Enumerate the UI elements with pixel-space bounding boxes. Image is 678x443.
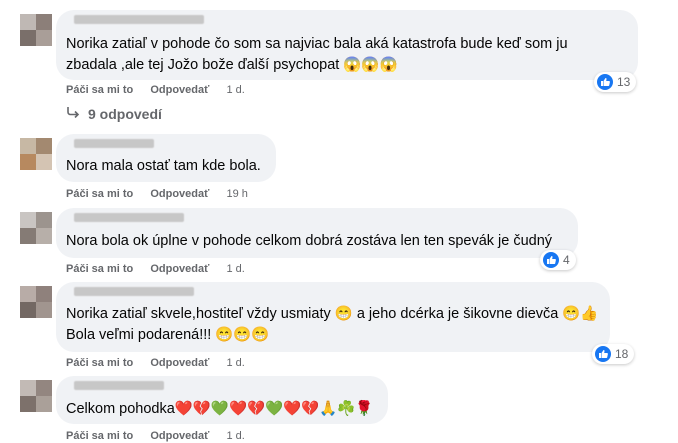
reaction-count: 4 — [563, 253, 570, 267]
comment-bubble: Nora mala ostať tam kde bola. — [56, 134, 276, 182]
timestamp[interactable]: 1 d. — [226, 430, 244, 442]
comment-actions: Páči sa mi to Odpovedať 1 d. — [66, 84, 259, 96]
reply-button[interactable]: Odpovedať — [150, 357, 209, 369]
comment-text: Nora mala ostať tam kde bola. — [66, 158, 261, 174]
reaction-summary[interactable]: 13 — [594, 72, 637, 92]
comment-actions: Páči sa mi to Odpovedať 1 d. — [66, 357, 259, 369]
reaction-summary[interactable]: 4 — [540, 250, 576, 270]
comment-bubble: Norika zatiaľ skvele,hostiteľ vždy usmia… — [56, 282, 610, 352]
comment-text: Nora bola ok úplne v pohode celkom dobrá… — [66, 233, 553, 249]
timestamp[interactable]: 1 d. — [226, 263, 244, 275]
view-replies-link[interactable]: 9 odpovedí — [66, 105, 162, 122]
reaction-count: 13 — [617, 75, 631, 89]
like-button[interactable]: Páči sa mi to — [66, 263, 133, 275]
comment-actions: Páči sa mi to Odpovedať 1 d. — [66, 430, 259, 442]
comment-text: Celkom pohodka❤️💔💚❤️💔💚❤️💔🙏☘️🌹 — [66, 401, 374, 417]
comment-bubble: Nora bola ok úplne v pohode celkom dobrá… — [56, 208, 578, 258]
comment-bubble: Celkom pohodka❤️💔💚❤️💔💚❤️💔🙏☘️🌹 — [56, 376, 388, 424]
like-button[interactable]: Páči sa mi to — [66, 188, 133, 200]
replies-count: 9 odpovedí — [88, 105, 162, 122]
avatar[interactable] — [20, 380, 52, 412]
comment-text: Norika zatiaľ v pohode čo som sa najviac… — [66, 36, 568, 73]
reply-button[interactable]: Odpovedať — [150, 188, 209, 200]
avatar[interactable] — [20, 286, 52, 318]
comment-actions: Páči sa mi to Odpovedať 19 h — [66, 188, 262, 200]
timestamp[interactable]: 1 d. — [226, 357, 244, 369]
comment-text: Norika zatiaľ skvele,hostiteľ vždy usmia… — [66, 306, 599, 343]
avatar[interactable] — [20, 138, 52, 170]
thumbs-up-icon — [543, 252, 559, 268]
reply-button[interactable]: Odpovedať — [150, 430, 209, 442]
thumbs-up-icon — [595, 346, 611, 362]
reply-arrow-icon — [66, 105, 80, 122]
thumbs-up-icon — [597, 74, 613, 90]
avatar[interactable] — [20, 212, 52, 244]
like-button[interactable]: Páči sa mi to — [66, 357, 133, 369]
comment-bubble: Norika zatiaľ v pohode čo som sa najviac… — [56, 10, 638, 80]
reply-button[interactable]: Odpovedať — [150, 84, 209, 96]
timestamp[interactable]: 1 d. — [226, 84, 244, 96]
timestamp[interactable]: 19 h — [226, 188, 247, 200]
like-button[interactable]: Páči sa mi to — [66, 430, 133, 442]
like-button[interactable]: Páči sa mi to — [66, 84, 133, 96]
avatar[interactable] — [20, 14, 52, 46]
reaction-summary[interactable]: 18 — [592, 344, 635, 364]
reaction-count: 18 — [615, 347, 629, 361]
comment-actions: Páči sa mi to Odpovedať 1 d. — [66, 263, 259, 275]
reply-button[interactable]: Odpovedať — [150, 263, 209, 275]
